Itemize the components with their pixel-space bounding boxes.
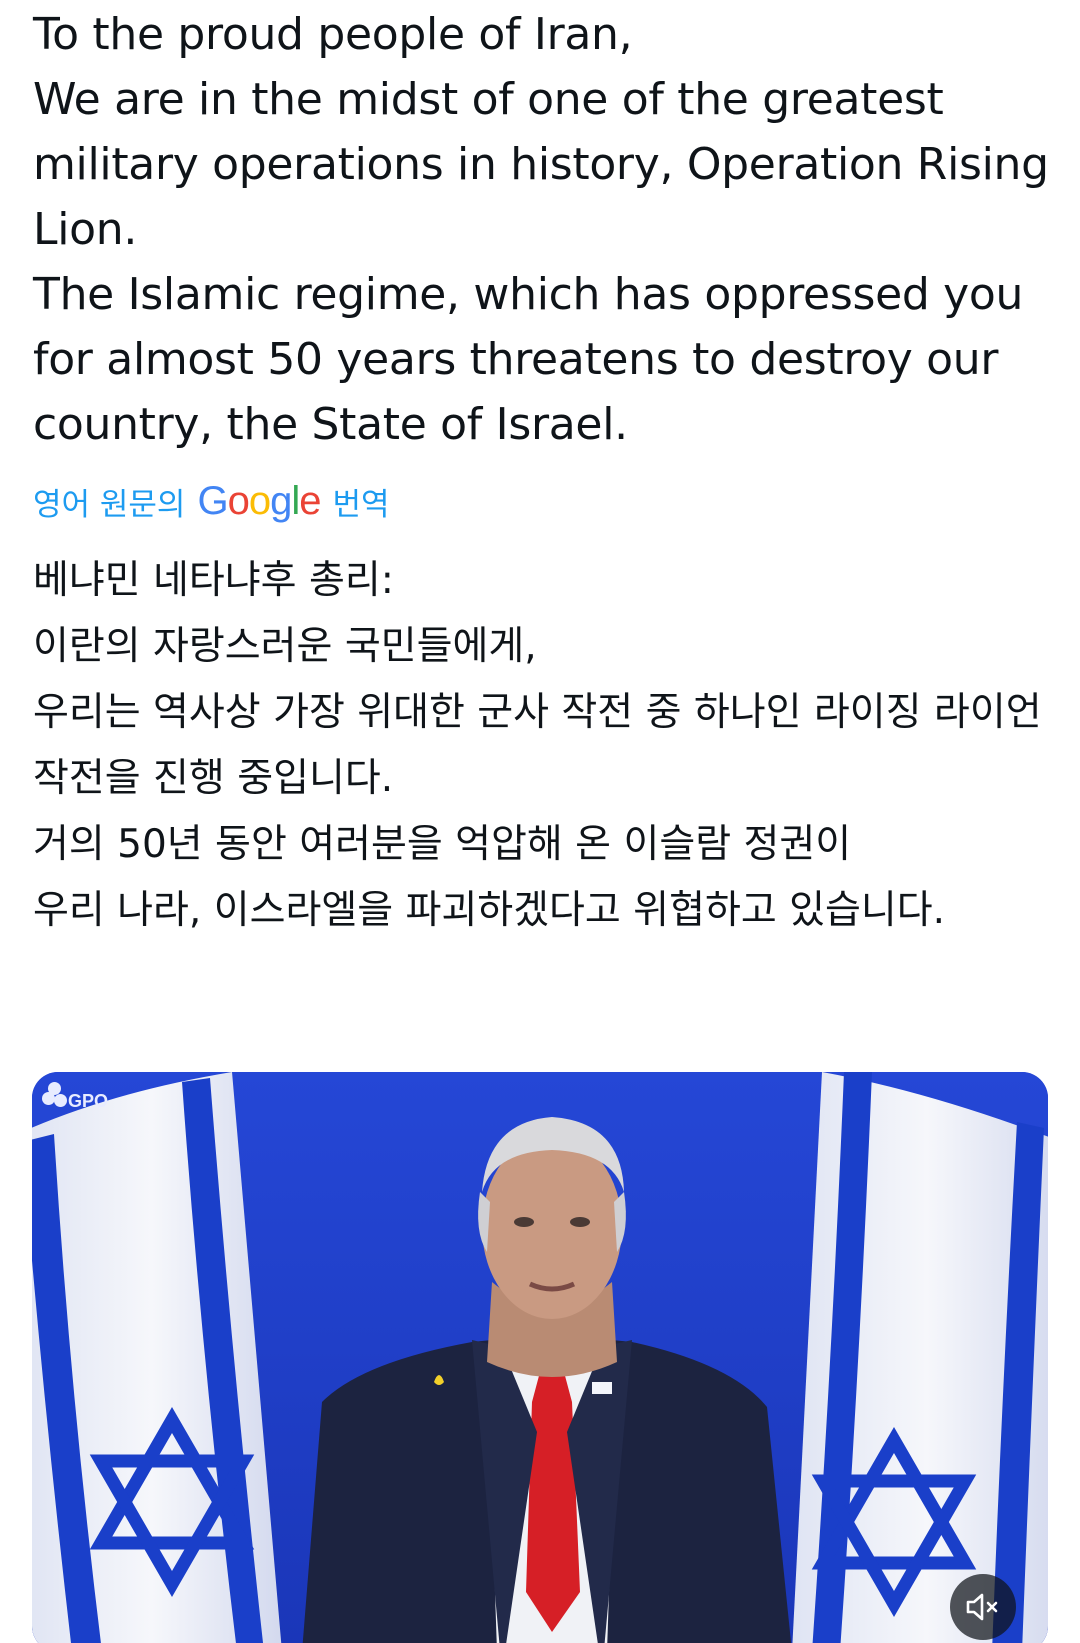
translation-suffix: 번역 xyxy=(332,486,390,523)
video-frame xyxy=(32,1072,1048,1643)
gpo-watermark: GPO xyxy=(42,1082,108,1112)
tweet-original-line: The Islamic regime, which has oppressed … xyxy=(33,269,1024,450)
translation-attribution[interactable]: 영어 원문의 Google 번역 xyxy=(33,477,390,525)
tweet-original-line: We are in the midst of one of the greate… xyxy=(33,74,1049,255)
tweet-original-line: To the proud people of Iran, xyxy=(33,9,633,60)
video-player[interactable]: GPO xyxy=(32,1072,1048,1643)
translation-prefix: 영어 원문의 xyxy=(33,486,186,523)
israel-flag-right xyxy=(792,1072,1048,1643)
mute-toggle-button[interactable] xyxy=(950,1574,1016,1640)
gpo-label: GPO xyxy=(68,1091,109,1111)
gpo-logo-icon xyxy=(42,1082,68,1112)
speaker-muted-icon xyxy=(966,1593,998,1621)
tweet-translated-line: 이란의 자랑스러운 국민들에게, xyxy=(33,624,537,669)
google-logo: Google xyxy=(197,478,321,523)
tweet-translated-line: 우리는 역사상 가장 위대한 군사 작전 중 하나인 라이징 라이언 작전을 진… xyxy=(33,690,1042,801)
tweet-post: To the proud people of Iran, We are in t… xyxy=(0,0,1080,1643)
tweet-translated-text: 베냐민 네타냐후 총리: 이란의 자랑스러운 국민들에게, 우리는 역사상 가장… xyxy=(33,548,1053,944)
tweet-original-text: To the proud people of Iran, We are in t… xyxy=(33,2,1053,457)
tweet-translated-line: 우리 나라, 이스라엘을 파괴하겠다고 위협하고 있습니다. xyxy=(33,888,946,933)
tweet-translated-line: 거의 50년 동안 여러분을 억압해 온 이슬람 정권이 xyxy=(33,822,852,867)
tweet-translated-line: 베냐민 네타냐후 총리: xyxy=(33,558,394,603)
